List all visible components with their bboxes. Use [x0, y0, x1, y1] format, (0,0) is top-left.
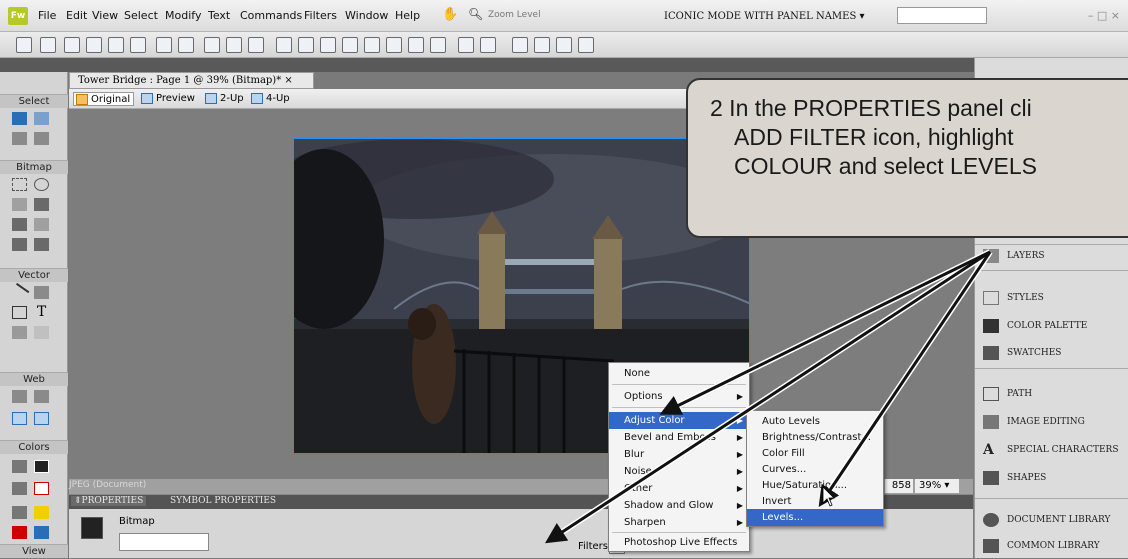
- callout-arrows: [544, 249, 993, 544]
- arrow-to-add-filter: [544, 250, 991, 544]
- arrow-to-levels: [818, 251, 992, 507]
- arrow-to-adjust-color: [659, 250, 991, 415]
